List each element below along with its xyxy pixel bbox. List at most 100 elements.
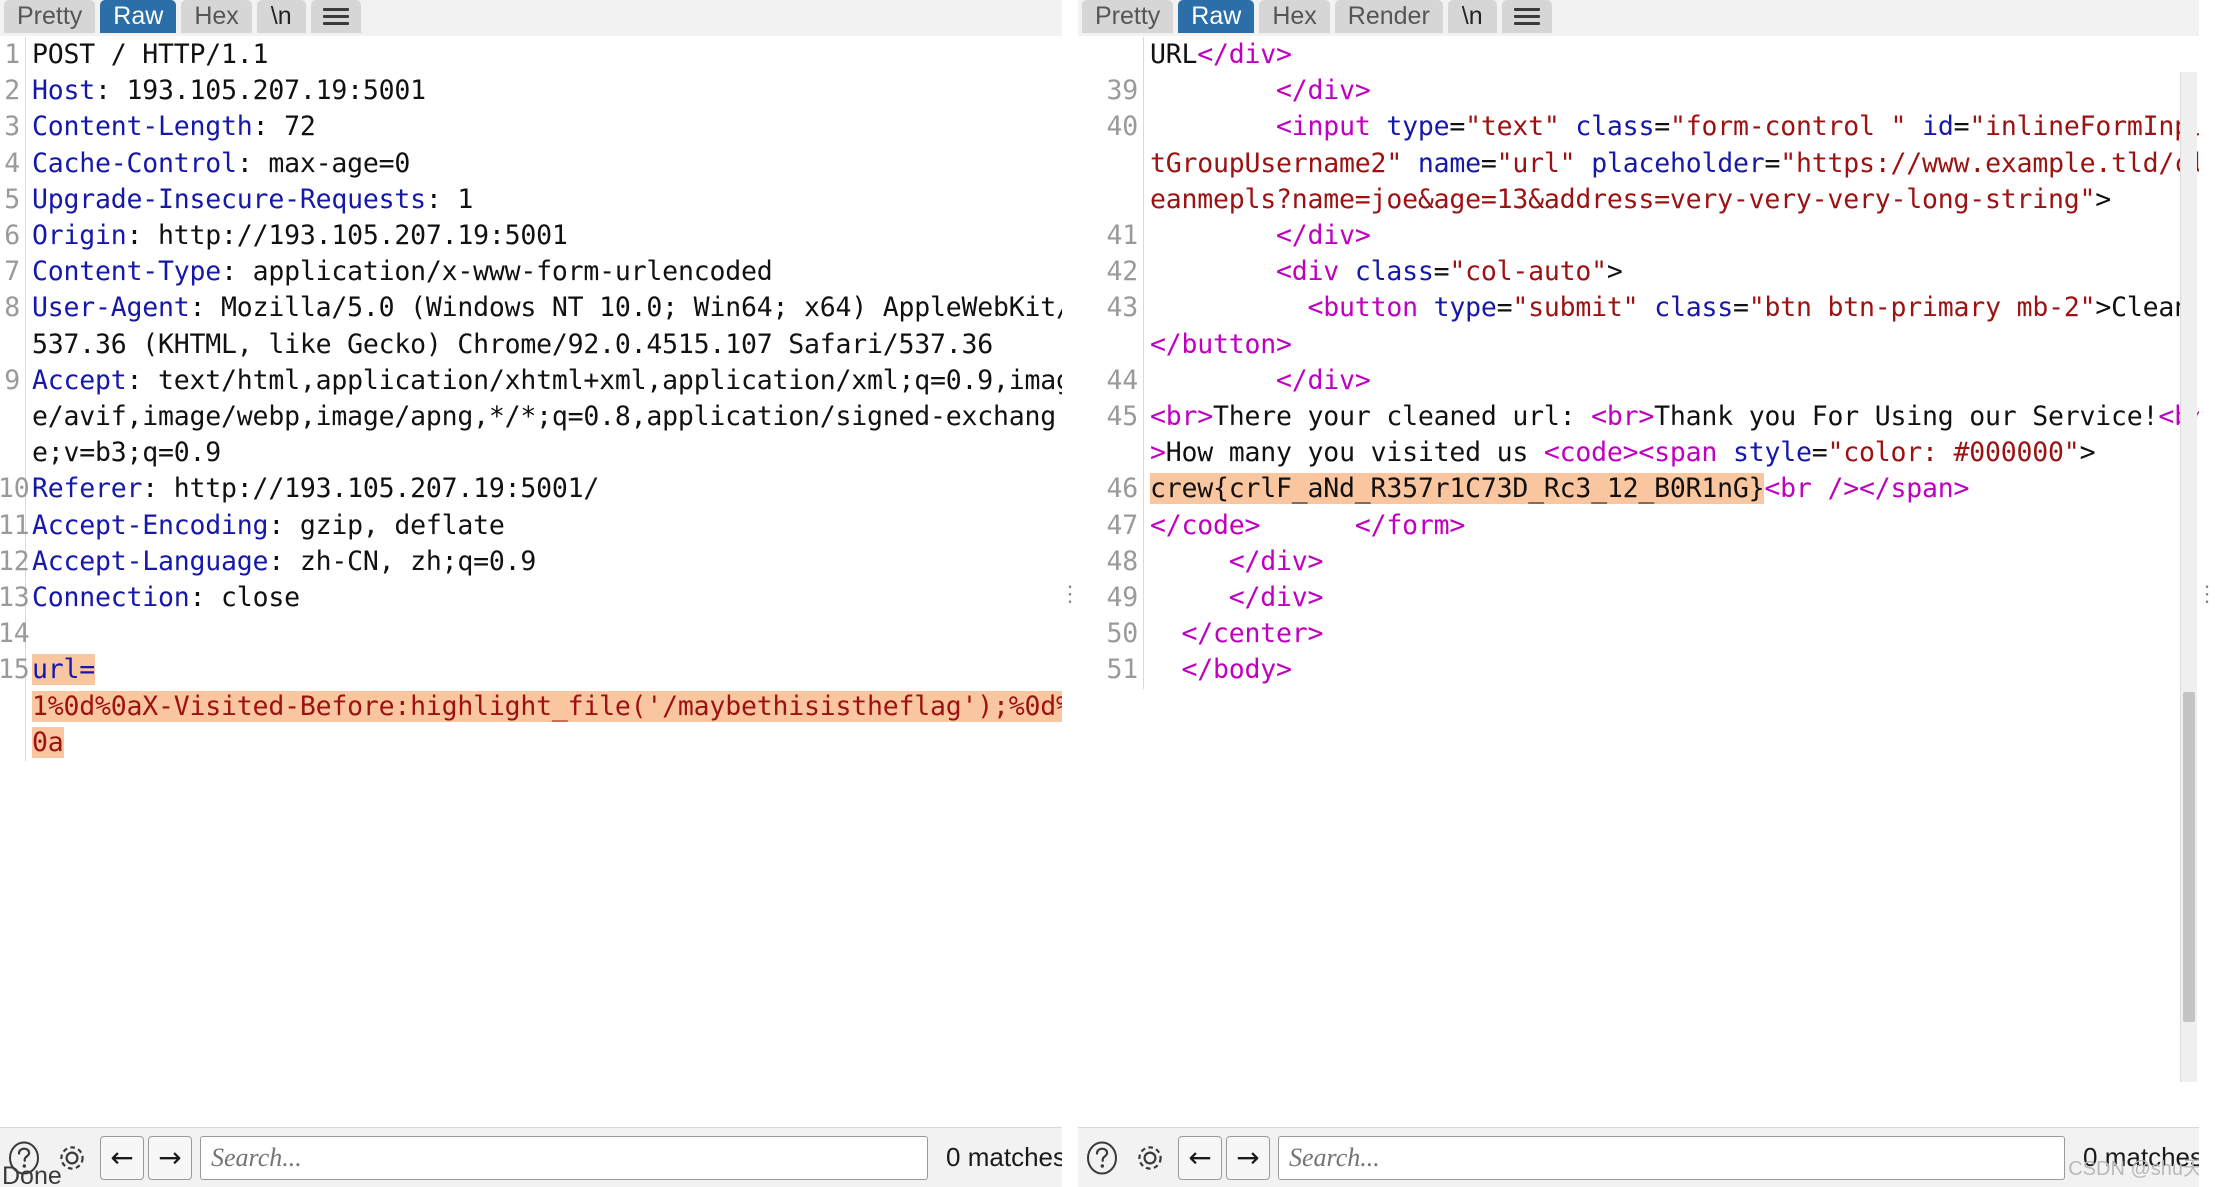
- code-token: Referer: [32, 473, 143, 505]
- code-token: class: [1354, 256, 1434, 288]
- code-token: </div>: [1276, 364, 1371, 396]
- code-token: =: [1953, 111, 1970, 143]
- arrow-left-icon[interactable]: ←: [100, 1135, 144, 1180]
- hamburger-glyph: [1513, 4, 1540, 29]
- code-line: crew{crlF_aNd_R357r1C73D_Rc3_12_B0R1nG} <…: [1150, 471, 2215, 507]
- code-token: : 1: [425, 183, 474, 215]
- code-token: User-Agent: [32, 292, 190, 324]
- tab-newline[interactable]: \n: [256, 0, 306, 33]
- code-token: crew{crlF_aNd_R357r1C73D_Rc3_12_B0R1nG}: [1150, 473, 1765, 505]
- panel-splitter[interactable]: ⋮: [1059, 0, 1081, 1187]
- response-code: 39 40 41 42 43 44 45 46 47 48 49 50 51 URL</div> </d…: [1078, 36, 2215, 689]
- tab-newline[interactable]: \n: [1447, 0, 1497, 33]
- code-line: Content-Type: application/x-www-form-url…: [32, 254, 1078, 290]
- line-number: 15: [0, 654, 30, 686]
- code-line: </body>: [1150, 652, 2215, 688]
- code-line: </div>: [1150, 218, 2215, 254]
- code-token: class: [1575, 111, 1655, 143]
- code-token: Cache-Control: [32, 147, 237, 179]
- code-line: </div>: [1150, 544, 2215, 580]
- line-number: 9: [4, 364, 20, 396]
- code-line: </div>: [1150, 580, 2215, 616]
- search-input[interactable]: [200, 1135, 929, 1180]
- code-token: Thank you For Using our Service!: [1654, 401, 2159, 433]
- code-token: Accept-Language: [32, 545, 269, 577]
- tab-render[interactable]: Render: [1334, 0, 1443, 33]
- code-token: type: [1433, 292, 1497, 324]
- tab-pretty[interactable]: Pretty: [4, 0, 96, 33]
- code-token: <code>: [1543, 437, 1639, 469]
- right-edge-splitter[interactable]: ⋮: [2196, 0, 2215, 1187]
- request-code: 1 2 3 4 5 6 7 8 9 10 11 12 13 14 15 POST / HTTP/1.1 Hos…: [0, 36, 1078, 762]
- code-line: <button type="submit" class="btn btn-pri…: [1150, 290, 2215, 362]
- code-token: </button>: [1150, 328, 1292, 360]
- code-token: </body>: [1181, 654, 1292, 686]
- code-token: "submit": [1512, 292, 1639, 324]
- tab-hex[interactable]: Hex: [1259, 0, 1330, 33]
- code-token: URL: [1150, 39, 1198, 70]
- code-token: Content-Type: [32, 256, 222, 288]
- tab-raw[interactable]: Raw: [1178, 0, 1255, 33]
- gear-icon[interactable]: [1130, 1138, 1170, 1178]
- arrow-right-icon[interactable]: →: [1226, 1135, 1270, 1180]
- code-line: <br>There your cleaned url: <br>Thank yo…: [1150, 399, 2215, 471]
- help-question-icon[interactable]: [1082, 1138, 1122, 1178]
- response-code-area[interactable]: 39 40 41 42 43 44 45 46 47 48 49 50 51 URL</div> </d…: [1078, 36, 2215, 1127]
- code-line: Accept: text/html,application/xhtml+xml,…: [32, 363, 1078, 472]
- search-nav-buttons: ← →: [1178, 1135, 1270, 1180]
- code-token: Origin: [32, 220, 127, 252]
- line-number: 14: [0, 618, 30, 650]
- code-token: id: [1922, 111, 1954, 143]
- splitter-grip-icon: ⋮: [2196, 581, 2215, 606]
- line-number: 46: [1106, 473, 1138, 505]
- code-line: </center>: [1150, 616, 2215, 652]
- line-number: 10: [0, 473, 30, 505]
- code-token: url=: [32, 654, 96, 686]
- code-token: POST / HTTP/1.1: [32, 39, 269, 70]
- line-number: 42: [1106, 256, 1138, 288]
- code-token: =: [1480, 147, 1497, 179]
- line-number: 50: [1106, 618, 1138, 650]
- response-line-numbers: 39 40 41 42 43 44 45 46 47 48 49 50 51: [1078, 37, 1144, 689]
- line-number: [1078, 37, 1138, 73]
- line-number: 4: [4, 147, 20, 179]
- line-number: 8: [4, 292, 20, 324]
- code-token: <span: [1638, 437, 1733, 469]
- request-code-area[interactable]: 1 2 3 4 5 6 7 8 9 10 11 12 13 14 15 POST / HTTP/1.1 Hos…: [0, 36, 1078, 1127]
- line-number: 1: [4, 39, 20, 70]
- line-number: 2: [4, 75, 20, 107]
- request-panel: Pretty Raw Hex \n 1 2 3 4 5 6 7 8 9 10 11 12 13 14 15 …: [0, 0, 1078, 1187]
- code-token: <input: [1276, 111, 1387, 143]
- tab-raw[interactable]: Raw: [100, 0, 177, 33]
- tab-pretty[interactable]: Pretty: [1082, 0, 1174, 33]
- code-token: : application/x-www-form-urlencoded: [221, 256, 773, 288]
- code-token: : close: [189, 582, 300, 614]
- code-token: =: [1732, 292, 1749, 324]
- status-text: Done: [2, 1162, 62, 1187]
- code-token: </div>: [1197, 39, 1292, 70]
- code-line: POST / HTTP/1.1: [32, 37, 1078, 73]
- scrollbar-thumb[interactable]: [2183, 692, 2195, 1022]
- search-input[interactable]: [1278, 1135, 2066, 1180]
- search-nav-buttons: ← →: [100, 1135, 192, 1180]
- response-vertical-scrollbar[interactable]: [2180, 72, 2197, 1082]
- code-line: </div>: [1150, 73, 2215, 109]
- code-token: placeholder: [1591, 147, 1765, 179]
- hamburger-menu-icon[interactable]: [310, 0, 361, 33]
- arrow-right-icon[interactable]: →: [148, 1135, 192, 1180]
- hamburger-menu-icon[interactable]: [1501, 0, 1552, 33]
- code-token: Content-Length: [32, 111, 253, 143]
- code-line: Cache-Control: max-age=0: [32, 146, 1078, 182]
- arrow-left-icon[interactable]: ←: [1178, 1135, 1222, 1180]
- request-searchbar: ← → 0 matches: [0, 1127, 1078, 1187]
- code-token: </center>: [1181, 618, 1324, 650]
- tab-hex[interactable]: Hex: [181, 0, 252, 33]
- code-token: </span>: [1858, 473, 1970, 505]
- burp-message-editor: Pretty Raw Hex \n 1 2 3 4 5 6 7 8 9 10 11 12 13 14 15 …: [0, 0, 2215, 1187]
- watermark: CSDN @shu天: [2068, 1158, 2203, 1180]
